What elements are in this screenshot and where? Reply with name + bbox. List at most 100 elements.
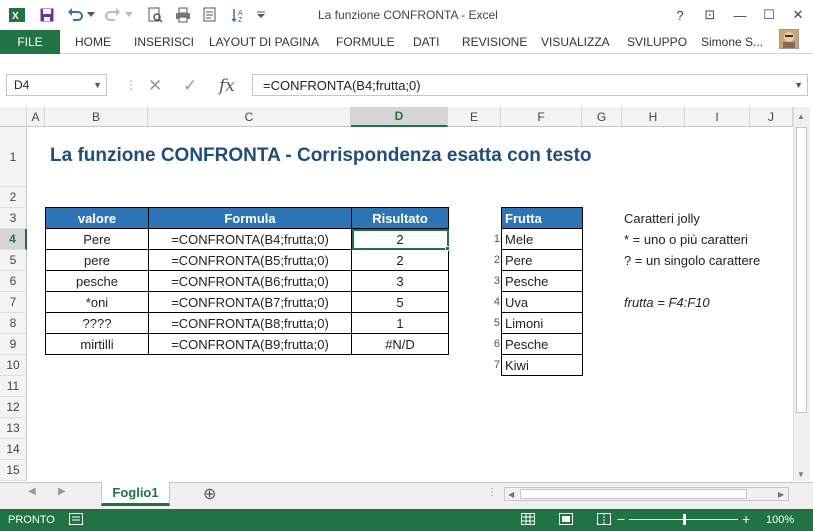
header-frutta[interactable]: Frutta <box>501 207 583 229</box>
cell-c9[interactable]: =CONFRONTA(B9;frutta;0) <box>148 333 352 355</box>
fruit-index-1[interactable]: 1 <box>486 233 500 245</box>
avatar[interactable] <box>779 29 799 49</box>
macro-record-icon[interactable] <box>69 513 83 528</box>
format-painter-icon[interactable] <box>200 4 222 26</box>
sheet-tab-foglio1[interactable]: Foglio1 <box>101 482 170 506</box>
column-header-h[interactable]: H <box>622 107 685 127</box>
row-header-4[interactable]: 4 <box>0 229 27 250</box>
sort-icon[interactable]: AZ <box>228 4 250 26</box>
column-header-f[interactable]: F <box>501 107 582 127</box>
cell-d4-active[interactable]: 2 <box>351 228 449 250</box>
column-header-d[interactable]: D <box>351 107 448 127</box>
tab-dati[interactable]: DATI <box>413 35 439 49</box>
fruit-index-5[interactable]: 5 <box>486 317 500 329</box>
cell-c7[interactable]: =CONFRONTA(B7;frutta;0) <box>148 291 352 313</box>
cell-b8[interactable]: ???? <box>45 312 149 334</box>
print-icon[interactable] <box>172 4 194 26</box>
row-header-13[interactable]: 13 <box>0 418 27 439</box>
horizontal-scrollbar-thumb[interactable] <box>520 489 747 499</box>
cell-f9[interactable]: Pesche <box>501 333 583 355</box>
note-question[interactable]: ? = un singolo carattere <box>624 253 760 268</box>
scroll-up-icon[interactable]: ▲ <box>797 112 805 121</box>
tab-formule[interactable]: FORMULE <box>336 35 395 49</box>
ribbon-display-options-button[interactable]: ⊡ <box>699 4 721 26</box>
close-button[interactable]: ✕ <box>787 4 809 26</box>
cell-b5[interactable]: pere <box>45 249 149 271</box>
row-header-10[interactable]: 10 <box>0 355 27 376</box>
minimize-button[interactable]: — <box>729 4 751 26</box>
row-header-3[interactable]: 3 <box>0 208 27 229</box>
scroll-left-icon[interactable]: ◀ <box>508 490 514 499</box>
row-header-12[interactable]: 12 <box>0 397 27 418</box>
column-header-a[interactable]: A <box>27 107 45 127</box>
tab-visualizza[interactable]: VISUALIZZA <box>541 35 610 49</box>
maximize-button[interactable]: ☐ <box>758 4 780 26</box>
row-header-1[interactable]: 1 <box>0 127 27 187</box>
add-sheet-icon[interactable]: ⊕ <box>203 484 216 504</box>
zoom-in-button[interactable]: + <box>742 511 750 527</box>
more-options-icon[interactable]: ⋮ <box>125 78 137 92</box>
zoom-out-button[interactable]: − <box>617 511 625 527</box>
normal-view-icon[interactable] <box>521 513 535 528</box>
cell-f8[interactable]: Limoni <box>501 312 583 334</box>
header-formula[interactable]: Formula <box>148 207 352 229</box>
tab-home[interactable]: HOME <box>75 35 111 49</box>
prev-sheet-icon[interactable]: ◀ <box>28 486 36 497</box>
cell-f10[interactable]: Kiwi <box>501 354 583 376</box>
note-star[interactable]: * = uno o più caratteri <box>624 232 748 247</box>
column-header-e[interactable]: E <box>448 107 501 127</box>
customize-toolbar-icon[interactable] <box>254 4 268 26</box>
vertical-scrollbar-thumb[interactable] <box>796 127 807 413</box>
cell-c5[interactable]: =CONFRONTA(B5;frutta;0) <box>148 249 352 271</box>
tab-revisione[interactable]: REVISIONE <box>462 35 527 49</box>
enter-icon[interactable]: ✓ <box>183 76 197 96</box>
next-sheet-icon[interactable]: ▶ <box>58 486 66 497</box>
column-header-b[interactable]: B <box>45 107 148 127</box>
fruit-index-7[interactable]: 7 <box>486 359 500 371</box>
cell-f5[interactable]: Pere <box>501 249 583 271</box>
fruit-index-6[interactable]: 6 <box>486 338 500 350</box>
cell-d9[interactable]: #N/D <box>351 333 449 355</box>
undo-icon[interactable] <box>64 4 86 26</box>
tab-split-handle-icon[interactable]: ⋮ <box>487 487 497 498</box>
user-name[interactable]: Simone S... <box>701 35 763 49</box>
fruit-index-3[interactable]: 3 <box>486 275 500 287</box>
cell-c6[interactable]: =CONFRONTA(B6;frutta;0) <box>148 270 352 292</box>
row-header-14[interactable]: 14 <box>0 439 27 460</box>
row-header-9[interactable]: 9 <box>0 334 27 355</box>
page-layout-view-icon[interactable] <box>559 513 573 528</box>
name-box-dropdown-icon[interactable]: ▼ <box>93 80 102 90</box>
expand-formula-bar-icon[interactable]: ▼ <box>794 80 803 90</box>
header-risultato[interactable]: Risultato <box>351 207 449 229</box>
tab-layout-di-pagina[interactable]: LAYOUT DI PAGINA <box>209 35 319 49</box>
scroll-down-icon[interactable]: ▼ <box>797 470 805 479</box>
scroll-right-icon[interactable]: ▶ <box>778 490 784 499</box>
fruit-index-2[interactable]: 2 <box>486 254 500 266</box>
undo-dropdown-icon[interactable] <box>86 4 96 26</box>
tab-sviluppo[interactable]: SVILUPPO <box>627 35 687 49</box>
cell-d8[interactable]: 1 <box>351 312 449 334</box>
cell-d7[interactable]: 5 <box>351 291 449 313</box>
note-named-range[interactable]: frutta = F4:F10 <box>624 295 710 310</box>
row-header-8[interactable]: 8 <box>0 313 27 334</box>
cell-c8[interactable]: =CONFRONTA(B8;frutta;0) <box>148 312 352 334</box>
cancel-icon[interactable]: ✕ <box>148 76 162 96</box>
print-preview-icon[interactable] <box>144 4 166 26</box>
tab-inserisci[interactable]: INSERISCI <box>134 35 194 49</box>
name-box[interactable]: D4 ▼ <box>6 74 107 96</box>
page-break-view-icon[interactable] <box>597 513 611 528</box>
tab-file[interactable]: FILE <box>0 30 60 54</box>
note-jolly-title[interactable]: Caratteri jolly <box>624 211 700 226</box>
row-header-6[interactable]: 6 <box>0 271 27 292</box>
formula-input[interactable]: =CONFRONTA(B4;frutta;0) ▼ <box>252 74 808 96</box>
cell-c4[interactable]: =CONFRONTA(B4;frutta;0) <box>148 228 352 250</box>
select-all-corner[interactable] <box>0 107 27 127</box>
row-header-2[interactable]: 2 <box>0 187 27 208</box>
cell-f4[interactable]: Mele <box>501 228 583 250</box>
header-valore[interactable]: valore <box>45 207 149 229</box>
cell-d6[interactable]: 3 <box>351 270 449 292</box>
zoom-level[interactable]: 100% <box>766 514 794 526</box>
cell-b6[interactable]: pesche <box>45 270 149 292</box>
cell-f7[interactable]: Uva <box>501 291 583 313</box>
cell-b9[interactable]: mirtilli <box>45 333 149 355</box>
